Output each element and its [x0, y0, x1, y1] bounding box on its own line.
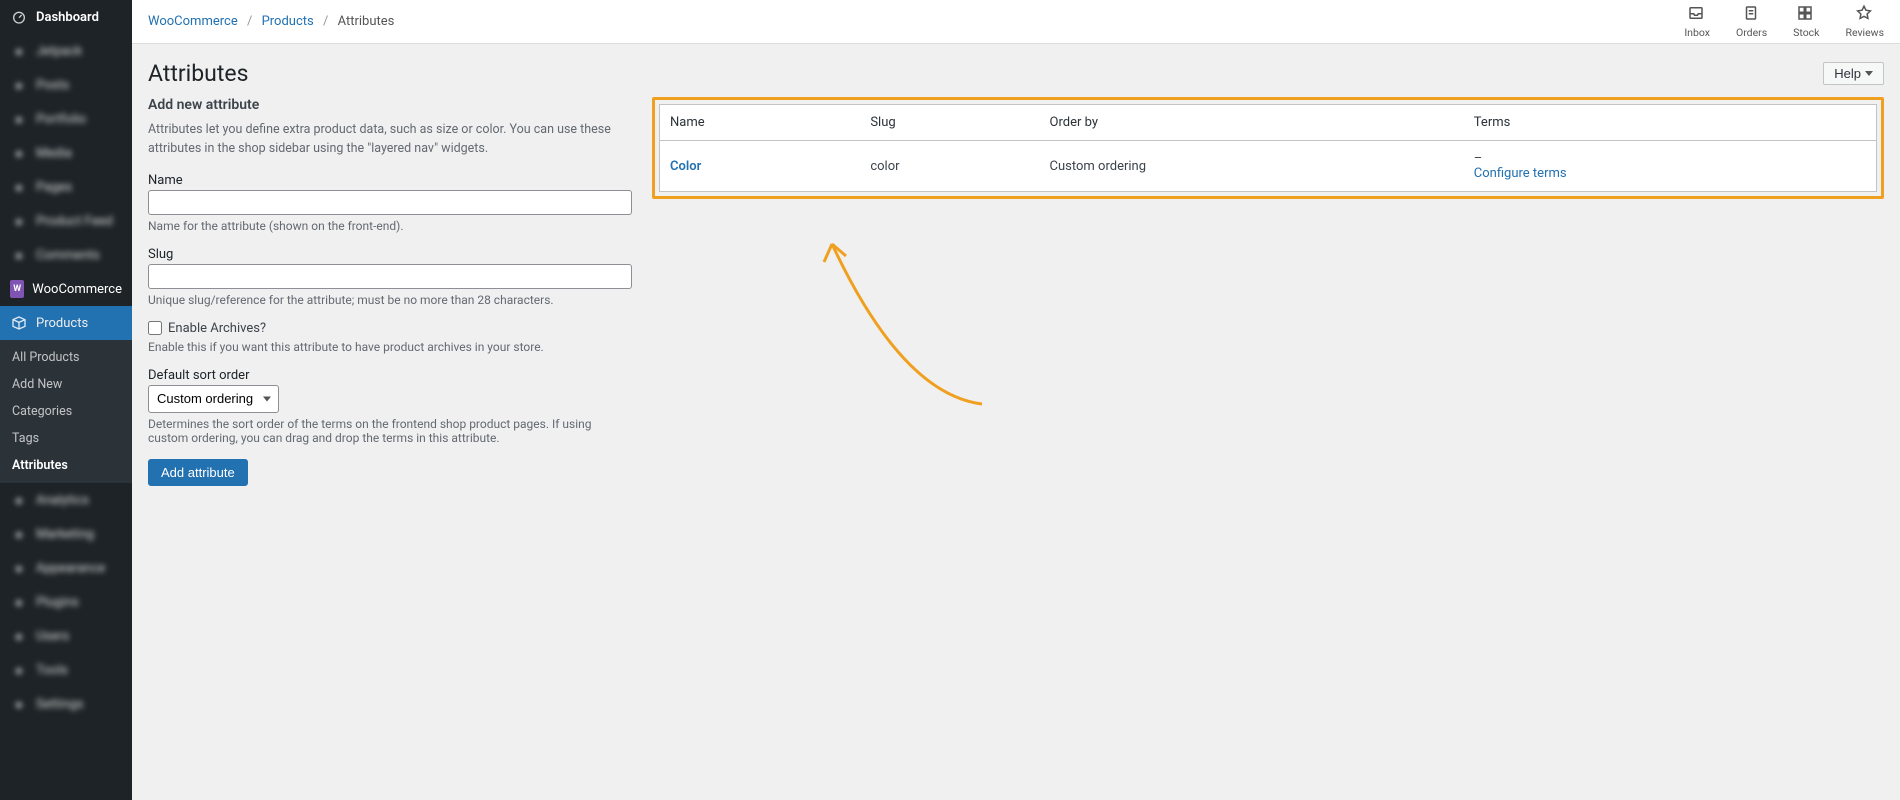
products-submenu: All Products Add New Categories Tags Att… [0, 340, 132, 483]
slug-label: Slug [148, 247, 632, 262]
sidebar-item-blurred: ●Plugins [0, 585, 132, 619]
attribute-orderby-cell: Custom ordering [1040, 141, 1464, 192]
enable-archives-checkbox[interactable] [148, 321, 162, 335]
th-order-by[interactable]: Order by [1040, 105, 1464, 141]
topbar-btn-inbox[interactable]: Inbox [1684, 4, 1710, 39]
attribute-slug-cell: color [860, 141, 1039, 192]
sidebar-item-blurred: ●Product Feed [0, 204, 132, 238]
sidebar-item-label: Products [36, 316, 88, 331]
star-icon [1855, 4, 1875, 24]
breadcrumb-link-products[interactable]: Products [262, 14, 314, 29]
help-button[interactable]: Help [1823, 62, 1884, 85]
add-attribute-button[interactable]: Add attribute [148, 459, 248, 486]
attribute-terms-dash: – [1474, 151, 1483, 166]
sidebar-item-blurred: ●Posts [0, 68, 132, 102]
attributes-table: Name Slug Order by Terms Color color [659, 104, 1877, 192]
sidebar-item-blurred: ●Settings [0, 687, 132, 721]
sidebar-item-blurred: ●Users [0, 619, 132, 653]
sidebar-item-blurred: ●Marketing [0, 517, 132, 551]
gauge-icon [10, 8, 28, 26]
configure-terms-link[interactable]: Configure terms [1474, 166, 1567, 181]
enable-archives-hint: Enable this if you want this attribute t… [148, 340, 632, 354]
admin-sidebar: Dashboard ●Jetpack ●Posts ●Portfolio ●Me… [0, 0, 132, 800]
name-input[interactable] [148, 190, 632, 215]
chevron-down-icon [1865, 71, 1873, 76]
sidebar-item-blurred: ●Comments [0, 238, 132, 272]
topbar-btn-reviews[interactable]: Reviews [1846, 4, 1885, 39]
breadcrumb-current: Attributes [338, 14, 395, 29]
sidebar-item-dashboard[interactable]: Dashboard [0, 0, 132, 34]
attributes-table-highlight: Name Slug Order by Terms Color color [652, 97, 1884, 199]
main-content: WooCommerce / Products / Attributes Inbo… [132, 0, 1900, 800]
woocommerce-icon: W [10, 280, 24, 298]
name-hint: Name for the attribute (shown on the fro… [148, 219, 632, 233]
table-row: Color color Custom ordering – Configure … [660, 141, 1877, 192]
th-name[interactable]: Name [660, 105, 861, 141]
sort-label: Default sort order [148, 368, 632, 383]
sidebar-item-blurred: ●Appearance [0, 551, 132, 585]
submenu-item-attributes[interactable]: Attributes [0, 452, 132, 479]
sidebar-item-blurred: ●Media [0, 136, 132, 170]
sidebar-item-blurred: ●Portfolio [0, 102, 132, 136]
sidebar-item-label: WooCommerce [32, 282, 122, 297]
sidebar-item-blurred: ●Pages [0, 170, 132, 204]
slug-hint: Unique slug/reference for the attribute;… [148, 293, 632, 307]
sidebar-item-woocommerce[interactable]: W WooCommerce [0, 272, 132, 306]
box-icon [10, 314, 28, 332]
th-slug[interactable]: Slug [860, 105, 1039, 141]
submenu-item-categories[interactable]: Categories [0, 398, 132, 425]
breadcrumb: WooCommerce / Products / Attributes [148, 14, 394, 29]
slug-input[interactable] [148, 264, 632, 289]
sidebar-item-blurred: ●Jetpack [0, 34, 132, 68]
sidebar-item-blurred: ●Tools [0, 653, 132, 687]
enable-archives-label: Enable Archives? [168, 321, 266, 336]
page-title: Attributes [148, 60, 248, 87]
topbar-btn-orders[interactable]: Orders [1736, 4, 1767, 39]
stock-icon [1796, 4, 1816, 24]
sidebar-item-label: Dashboard [36, 10, 99, 25]
topbar-btn-stock[interactable]: Stock [1793, 4, 1819, 39]
inbox-icon [1687, 4, 1707, 24]
sort-select[interactable]: Custom ordering [148, 385, 279, 413]
orders-icon [1742, 4, 1762, 24]
submenu-item-tags[interactable]: Tags [0, 425, 132, 452]
submenu-item-add-new[interactable]: Add New [0, 371, 132, 398]
topbar: WooCommerce / Products / Attributes Inbo… [132, 0, 1900, 44]
breadcrumb-link-woocommerce[interactable]: WooCommerce [148, 14, 238, 29]
form-intro: Attributes let you define extra product … [148, 121, 632, 159]
th-terms[interactable]: Terms [1464, 105, 1877, 141]
submenu-item-all-products[interactable]: All Products [0, 344, 132, 371]
form-heading: Add new attribute [148, 97, 632, 113]
sidebar-item-blurred: ●Analytics [0, 483, 132, 517]
sidebar-item-products[interactable]: Products [0, 306, 132, 340]
attribute-name-link[interactable]: Color [670, 159, 701, 174]
sort-hint: Determines the sort order of the terms o… [148, 417, 632, 445]
name-label: Name [148, 173, 632, 188]
